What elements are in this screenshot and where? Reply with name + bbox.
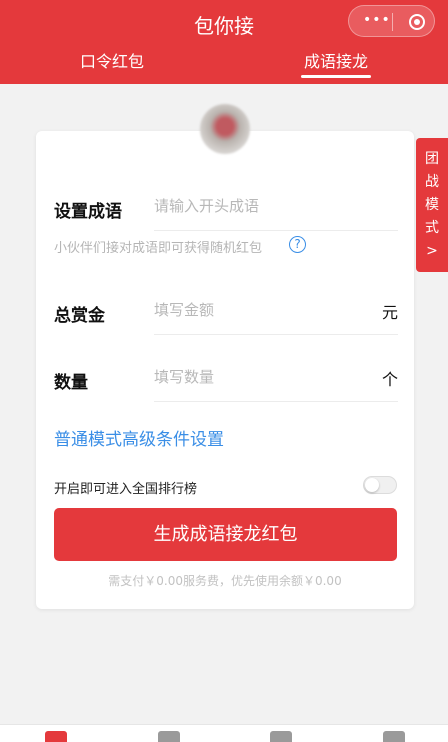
avatar — [200, 104, 250, 154]
advanced-settings-link[interactable]: 普通模式高级条件设置 — [54, 425, 224, 450]
service-fee-text: 需支付￥0.00服务费，优先使用余额￥0.00 — [108, 574, 342, 588]
quantity-input[interactable]: 填写数量 — [154, 366, 398, 402]
more-menu-icon[interactable]: ••• — [363, 12, 391, 28]
bottom-nav-bar — [0, 724, 448, 742]
mini-program-capsule: ••• — [348, 5, 435, 37]
tab-password-redpacket[interactable]: 口令红包 — [80, 48, 144, 72]
amount-input[interactable]: 填写金额 — [154, 299, 398, 335]
toggle-knob — [365, 478, 379, 492]
message-icon[interactable] — [158, 731, 180, 742]
home-icon[interactable] — [45, 731, 67, 742]
explore-icon[interactable] — [270, 731, 292, 742]
idiom-input[interactable]: 请输入开头成语 — [154, 195, 398, 231]
amount-label: 总赏金 — [54, 306, 105, 326]
side-tab-char: 团 — [425, 151, 439, 167]
capsule-divider — [392, 13, 393, 31]
close-mini-program-icon[interactable] — [409, 14, 425, 30]
leaderboard-label: 开启即可进入全国排行榜 — [54, 482, 198, 497]
side-tab-char: 模 — [425, 197, 439, 213]
quantity-unit: 个 — [381, 370, 398, 389]
side-tab-char: 战 — [425, 174, 439, 190]
generate-redpacket-button[interactable]: 生成成语接龙红包 — [54, 508, 397, 561]
top-header: 包你接 ••• 口令红包 成语接龙 — [0, 0, 448, 84]
tab-idiom-chain[interactable]: 成语接龙 — [304, 48, 368, 72]
quantity-label: 数量 — [54, 373, 88, 393]
redpacket-form-card: 设置成语 请输入开头成语 小伙伴们接对成语即可获得随机红包 ? 总赏金 填写金额… — [36, 131, 414, 609]
idiom-label: 设置成语 — [54, 202, 122, 222]
leaderboard-toggle[interactable] — [363, 476, 397, 494]
side-tab-char: 式 — [425, 220, 439, 236]
side-tab-arrow: > — [426, 243, 438, 259]
active-tab-indicator — [301, 75, 371, 78]
team-mode-side-tab[interactable]: 团 战 模 式 > — [416, 138, 448, 272]
idiom-hint-text: 小伙伴们接对成语即可获得随机红包 — [54, 241, 263, 256]
help-icon[interactable]: ? — [289, 236, 306, 253]
amount-unit: 元 — [381, 303, 398, 322]
profile-icon[interactable] — [383, 731, 405, 742]
